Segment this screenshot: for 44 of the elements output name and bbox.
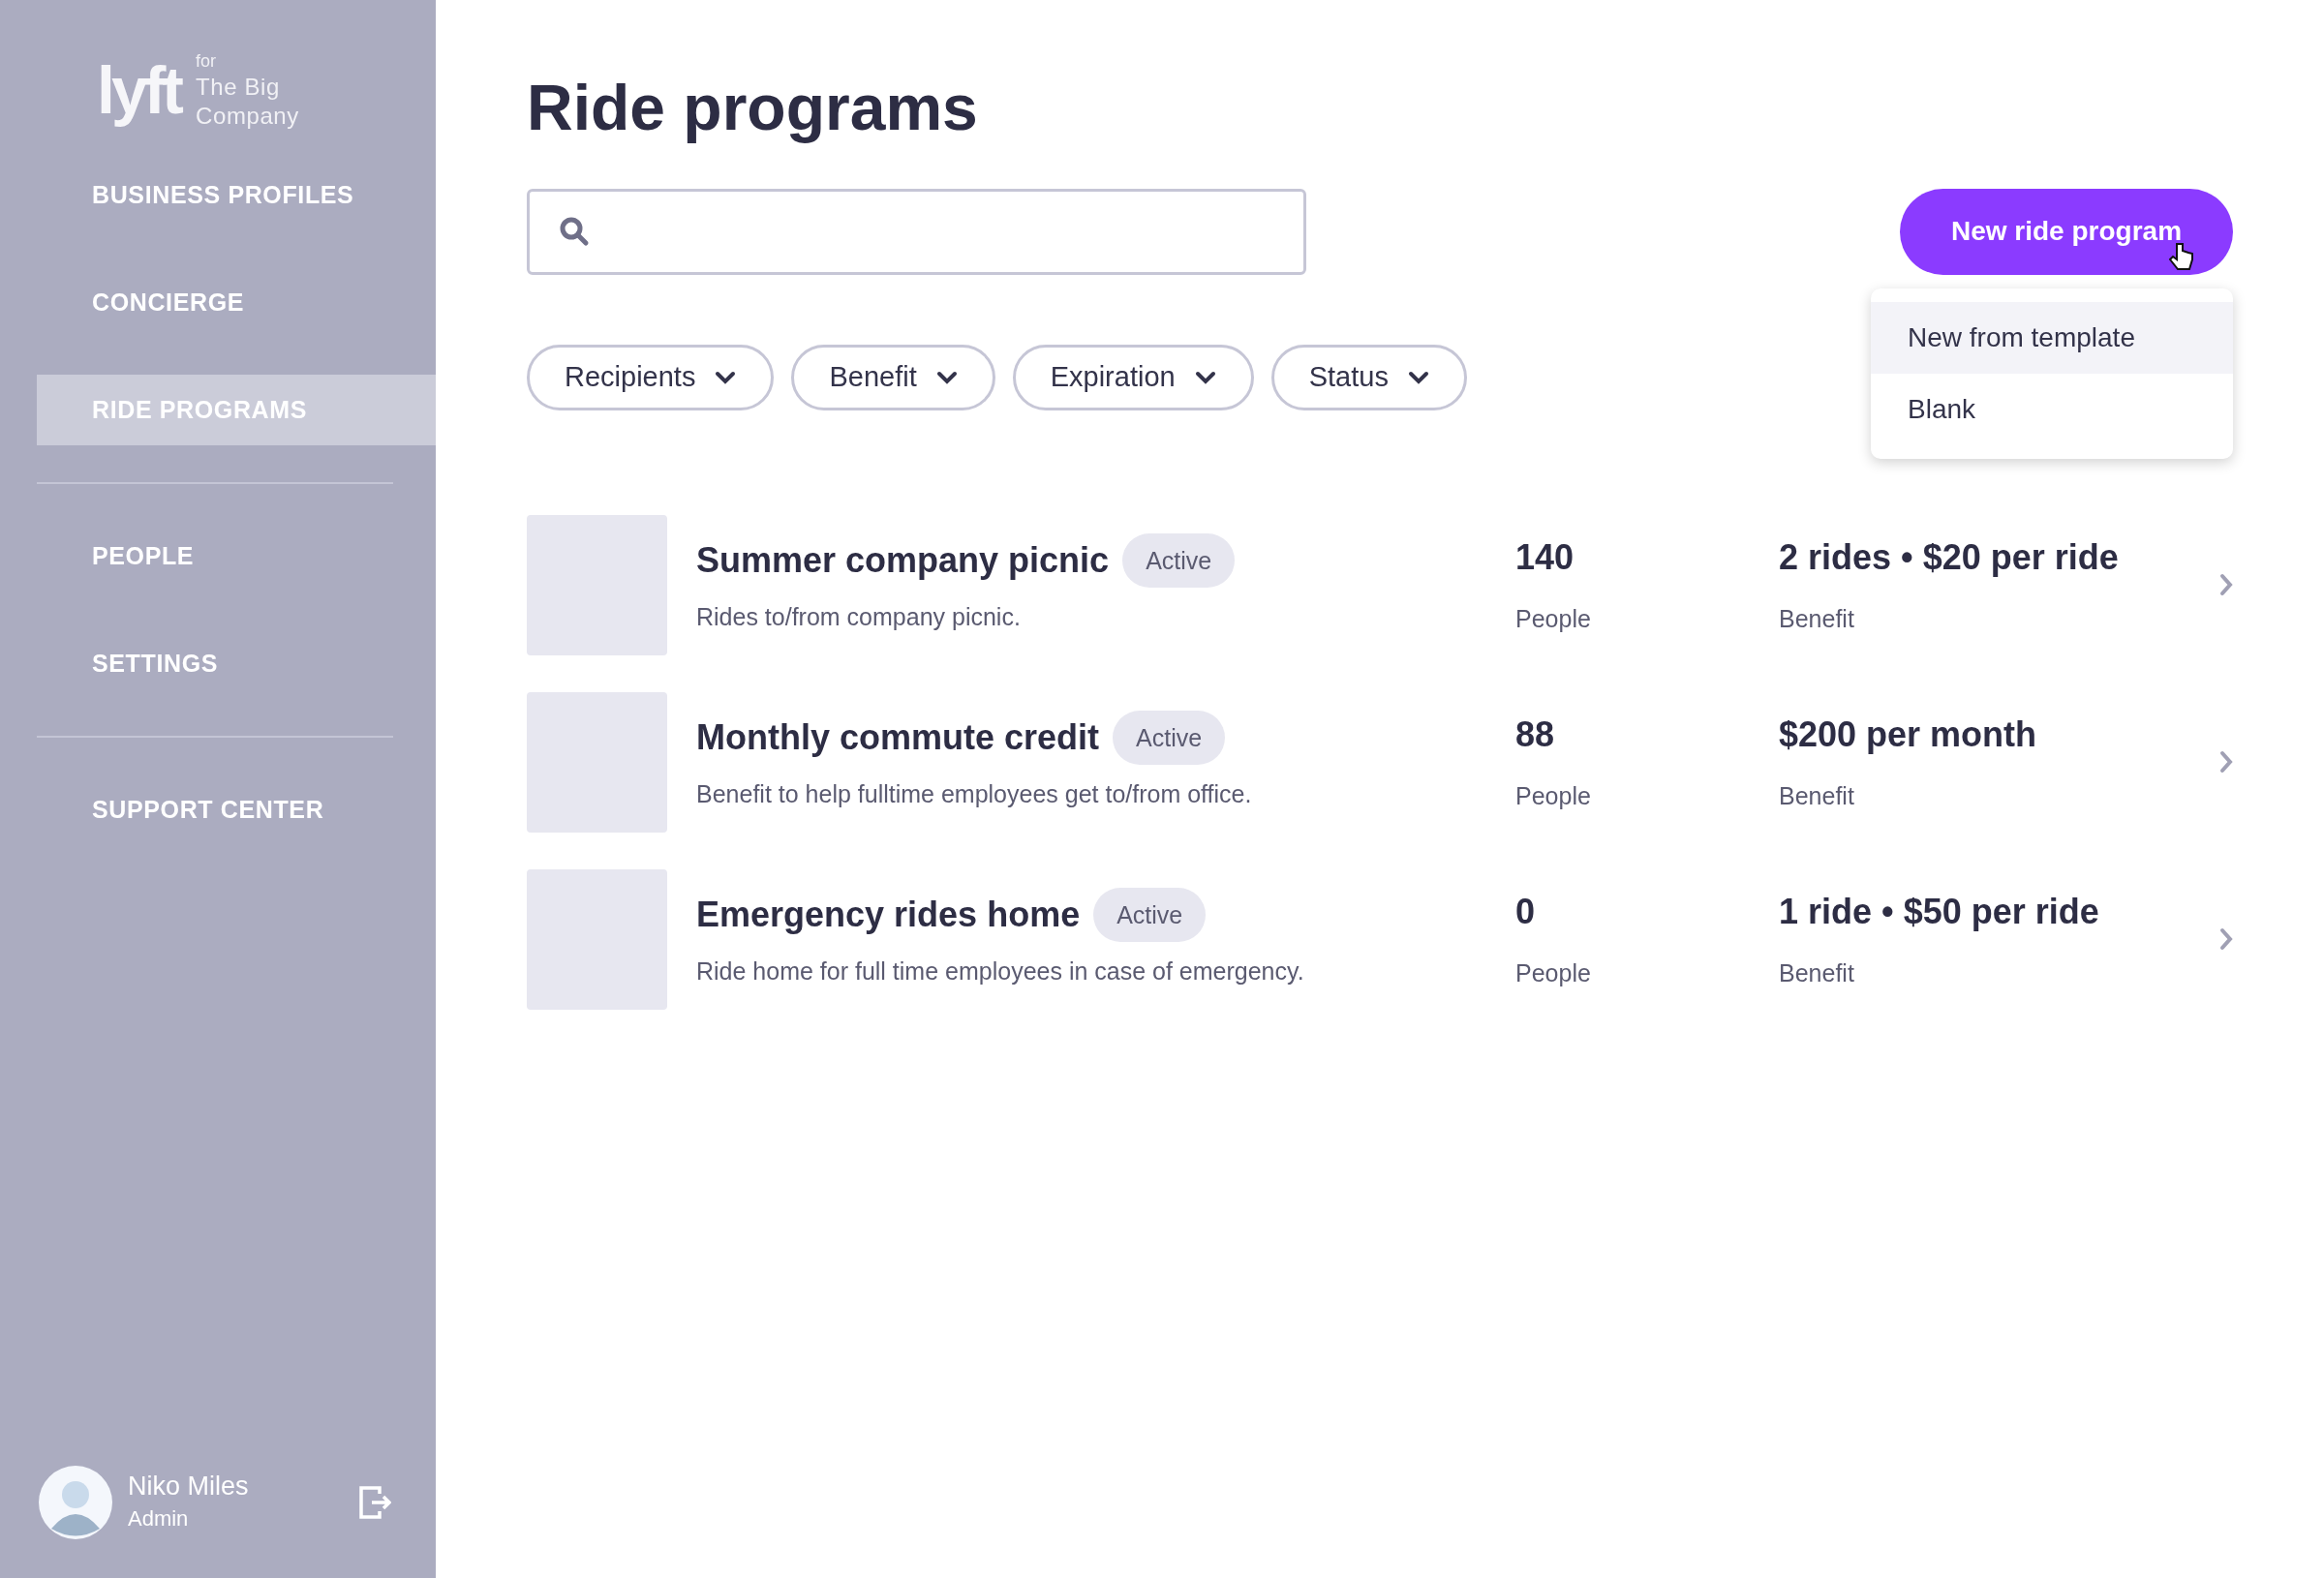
brand-for-text: for — [196, 50, 217, 73]
company-name: The Big Company — [196, 72, 300, 131]
search-icon — [559, 216, 590, 247]
avatar-icon — [39, 1466, 112, 1539]
user-role: Admin — [128, 1505, 190, 1533]
filter-dropdown[interactable]: Expiration — [1012, 344, 1254, 410]
people-count: 140 — [1515, 536, 1575, 580]
user-name: Niko Miles — [128, 1470, 249, 1502]
program-name: Monthly commute credit — [696, 716, 1100, 760]
chevron-right-icon[interactable] — [2219, 750, 2233, 774]
benefit-label: Benefit — [1779, 781, 1855, 812]
chevron-right-icon[interactable] — [2219, 573, 2233, 596]
people-label: People — [1515, 781, 1592, 812]
chevron-down-icon — [1407, 370, 1429, 384]
status-badge: Active — [1122, 533, 1236, 589]
filter-dropdown[interactable]: Status — [1270, 344, 1467, 410]
page-title: Ride programs — [527, 71, 979, 145]
chevron-right-icon[interactable] — [2219, 927, 2233, 951]
program-description: Rides to/from company picnic. — [696, 602, 1022, 633]
people-count: 88 — [1515, 713, 1556, 757]
benefit-value: 2 rides • $20 per ride — [1779, 536, 2120, 580]
status-badge: Active — [1093, 888, 1207, 943]
menu-item[interactable]: Blank — [1871, 373, 2233, 445]
chevron-down-icon — [715, 370, 737, 384]
benefit-label: Benefit — [1779, 604, 1855, 635]
people-label: People — [1515, 958, 1592, 989]
search-field[interactable] — [527, 188, 1306, 275]
menu-item[interactable]: New from template — [1871, 301, 2233, 374]
program-description: Ride home for full time employees in case of emergency. — [696, 956, 1305, 987]
status-badge: Active — [1113, 711, 1226, 766]
chevron-down-icon — [935, 370, 958, 384]
benefit-value: 1 ride • $50 per ride — [1779, 891, 2100, 934]
new-ride-program-button[interactable]: New ride program — [1900, 188, 2233, 275]
benefit-label: Benefit — [1779, 958, 1855, 989]
filter-dropdown[interactable]: Benefit — [791, 344, 995, 410]
benefit-value: $200 per month — [1779, 713, 2038, 757]
people-label: People — [1515, 604, 1592, 635]
chevron-down-icon — [1194, 370, 1216, 384]
program-description: Benefit to help fulltime employees get to/from office. — [696, 779, 1253, 810]
people-count: 0 — [1515, 891, 1537, 934]
program-name: Summer company picnic — [696, 539, 1110, 583]
filter-dropdown[interactable]: Recipients — [527, 344, 775, 410]
logout-button[interactable] — [358, 1485, 391, 1520]
program-name: Emergency rides home — [696, 894, 1081, 937]
